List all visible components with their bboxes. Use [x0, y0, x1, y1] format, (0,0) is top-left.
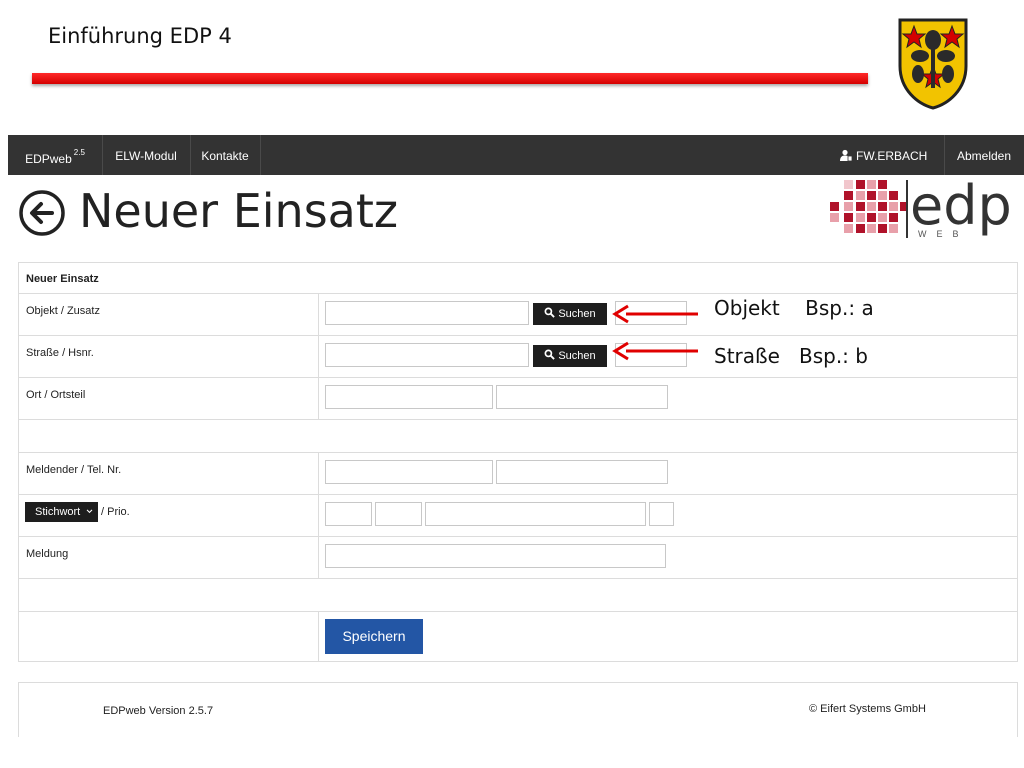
search-icon [544, 349, 556, 360]
row-stichwort: Stichwort / Prio. [19, 494, 1017, 536]
copyright-text: © Eifert Systems GmbH [809, 703, 926, 715]
logo-separator [906, 180, 908, 238]
meldender-label: Meldender / Tel. Nr. [26, 464, 122, 476]
row-spacer-2 [19, 578, 1017, 611]
page-title: Neuer Einsatz [79, 184, 399, 238]
row-save: Speichern [19, 611, 1017, 661]
logo-subtext: WEB [918, 229, 969, 239]
objekt-label: Objekt / Zusatz [26, 305, 100, 317]
search-label: Suchen [558, 308, 596, 320]
annotation-objekt: Objekt Bsp.: a [714, 296, 874, 320]
version-text: EDPweb Version 2.5.7 [103, 705, 214, 717]
arrow-annotation-objekt [612, 304, 698, 324]
form-header-row: Neuer Einsatz [19, 263, 1017, 293]
nav-brand-edpweb[interactable]: EDPweb 2.5 [8, 135, 103, 175]
annotation-strasse: Straße Bsp.: b [714, 344, 868, 368]
footer: EDPweb Version 2.5.7 © Eifert Systems Gm… [18, 682, 1018, 737]
top-navbar: EDPweb 2.5 ELW-Modul Kontakte FW.ERBACH A… [8, 135, 1024, 175]
stichwort-extra-input[interactable] [649, 502, 674, 526]
edp-web-logo [830, 180, 906, 233]
user-name: FW.ERBACH [856, 149, 928, 163]
strasse-search-button[interactable]: Suchen [533, 345, 607, 367]
objekt-input[interactable] [325, 301, 529, 325]
row-meldender: Meldender / Tel. Nr. [19, 452, 1017, 494]
ortsteil-input[interactable] [496, 385, 668, 409]
telefon-input[interactable] [496, 460, 668, 484]
save-button[interactable]: Speichern [325, 619, 423, 654]
user-icon [840, 149, 852, 161]
row-ort: Ort / Ortsteil [19, 377, 1017, 419]
chevron-down-icon [86, 509, 93, 514]
arrow-annotation-strasse [612, 341, 698, 361]
strasse-label: Straße / Hsnr. [26, 347, 94, 359]
stichwort-text-input[interactable] [425, 502, 646, 526]
ort-label: Ort / Ortsteil [26, 389, 86, 401]
slide-title: Einführung EDP 4 [48, 24, 232, 48]
brand-version: 2.5 [73, 148, 85, 157]
stichwort-code-input[interactable] [325, 502, 372, 526]
meldung-label: Meldung [26, 548, 69, 560]
meldender-input[interactable] [325, 460, 493, 484]
nav-item-kontakte[interactable]: Kontakte [190, 135, 261, 175]
nav-item-elw-modul[interactable]: ELW-Modul [102, 135, 191, 175]
coat-of-arms-logo [898, 18, 968, 110]
form-header: Neuer Einsatz [26, 273, 99, 285]
search-icon [544, 307, 556, 318]
back-arrow-icon[interactable] [18, 189, 66, 237]
prio-label: / Prio. [101, 506, 130, 518]
strasse-input[interactable] [325, 343, 529, 367]
stichwort-label: Stichwort [35, 506, 81, 518]
stichwort-dropdown[interactable]: Stichwort [25, 502, 98, 522]
row-spacer-1 [19, 419, 1017, 452]
search-label: Suchen [558, 350, 596, 362]
meldung-input[interactable] [325, 544, 666, 568]
objekt-search-button[interactable]: Suchen [533, 303, 607, 325]
einsatz-form: Neuer Einsatz Objekt / Zusatz Suchen Str… [18, 262, 1018, 662]
ort-input[interactable] [325, 385, 493, 409]
red-divider-bar [32, 73, 868, 84]
nav-user[interactable]: FW.ERBACH [840, 135, 945, 175]
logout-link[interactable]: Abmelden [944, 135, 1024, 175]
row-meldung: Meldung [19, 536, 1017, 578]
prio-input[interactable] [375, 502, 422, 526]
logo-wordmark: edp [910, 174, 1012, 237]
brand-label: EDPweb [25, 152, 72, 166]
